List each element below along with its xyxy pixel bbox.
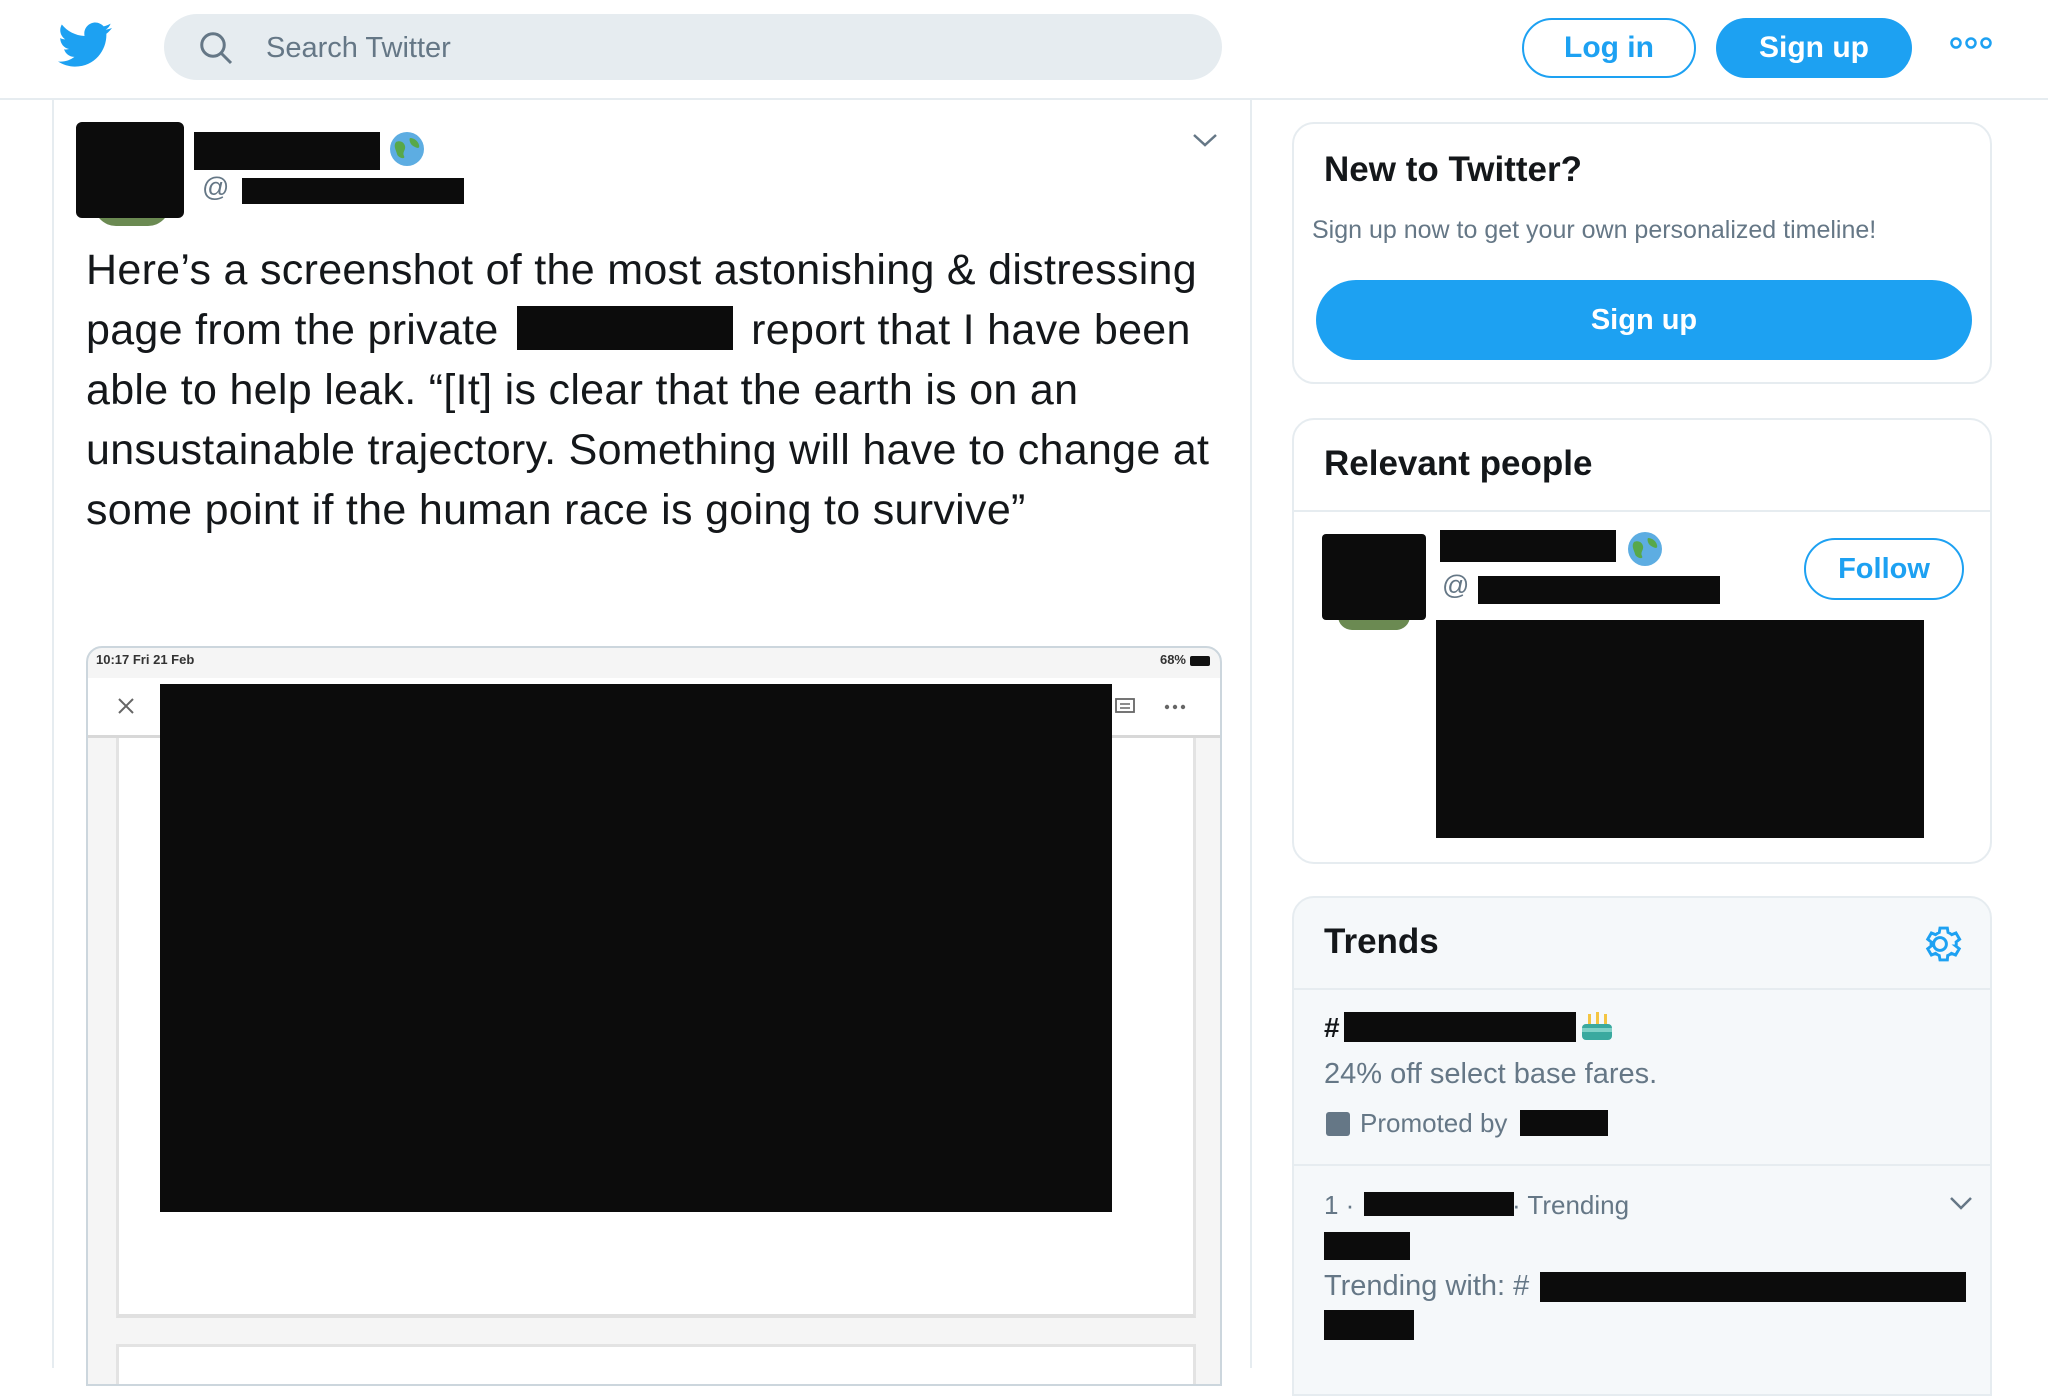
twitter-bird-icon[interactable] <box>58 22 112 68</box>
promoted-icon <box>1326 1112 1350 1136</box>
status-bar-battery: 68% <box>1159 652 1186 667</box>
close-icon <box>118 698 134 714</box>
person-bio-redacted <box>1436 620 1924 838</box>
login-button[interactable]: Log in <box>1522 18 1696 78</box>
author-name-redacted[interactable] <box>194 132 380 170</box>
trend-2-rank: 1 · <box>1324 1190 1355 1220</box>
divider <box>1294 988 1990 990</box>
person-handle-redacted <box>1478 576 1720 604</box>
tweet-text: Here’s a screenshot of the most astonish… <box>86 240 1236 540</box>
redacted-text <box>516 306 733 350</box>
top-navigation-bar: Search Twitter Log in Sign up <box>0 0 2048 100</box>
gear-icon[interactable] <box>1918 922 1962 966</box>
chevron-down-icon[interactable] <box>1190 130 1220 150</box>
new-to-twitter-card: New to Twitter? Sign up now to get your … <box>1292 122 1992 384</box>
sidebar-signup-button[interactable]: Sign up <box>1316 280 1972 360</box>
person-avatar[interactable] <box>1322 534 1426 620</box>
relevant-people-card: Relevant people @ Follow <box>1292 418 1992 864</box>
trend-2-related-redacted <box>1324 1310 1414 1340</box>
battery-icon <box>1190 656 1210 666</box>
birthday-cake-icon <box>1582 1012 1612 1040</box>
search-input[interactable]: Search Twitter <box>266 32 451 65</box>
promoter-name-redacted <box>1520 1110 1608 1136</box>
trend-2-related-redacted <box>1540 1272 1966 1302</box>
trend-1-hash[interactable]: # <box>1324 1012 1340 1044</box>
tweet-column: @ Here’s a screenshot of the most astoni… <box>52 100 1252 1386</box>
trend-1-description: 24% off select base fares. <box>1324 1058 1658 1090</box>
chevron-down-icon[interactable] <box>1948 1194 1974 1212</box>
comment-icon <box>1115 698 1135 713</box>
status-bar-time: 10:17 Fri 21 Feb <box>96 652 195 667</box>
trend-2-trending-with: Trending with: # <box>1324 1270 1530 1302</box>
trends-title: Trends <box>1324 922 1439 961</box>
redacted-document-content <box>160 684 1112 1212</box>
globe-emoji-icon <box>390 132 424 166</box>
more-options-icon[interactable] <box>1950 36 1992 50</box>
search-icon <box>200 32 233 65</box>
divider <box>1294 510 1990 512</box>
author-handle[interactable]: @ <box>202 172 229 203</box>
document-next-page <box>116 1344 1196 1384</box>
trend-1-name-redacted[interactable] <box>1344 1012 1576 1042</box>
search-bar[interactable]: Search Twitter <box>164 14 1222 80</box>
author-handle-redacted <box>242 178 464 204</box>
globe-emoji-icon <box>1628 532 1662 566</box>
ellipsis-icon <box>1164 704 1186 710</box>
trend-2-context: · Trending <box>1512 1190 1630 1220</box>
promoted-label: Promoted by <box>1360 1108 1508 1138</box>
author-avatar[interactable] <box>76 122 184 218</box>
person-handle[interactable]: @ <box>1442 570 1469 601</box>
person-name-redacted[interactable] <box>1440 530 1616 562</box>
new-to-twitter-subtitle: Sign up now to get your own personalized… <box>1312 216 1877 244</box>
signup-button[interactable]: Sign up <box>1716 18 1912 78</box>
tweet-media-image[interactable]: 10:17 Fri 21 Feb 68% 4 <box>86 646 1222 1386</box>
trend-2-location-redacted <box>1364 1192 1514 1216</box>
relevant-people-title: Relevant people <box>1324 444 1593 483</box>
divider <box>1294 1164 1990 1166</box>
trends-card: Trends # 24% off select base fares. Prom… <box>1292 896 1992 1396</box>
new-to-twitter-title: New to Twitter? <box>1324 150 1582 189</box>
follow-button[interactable]: Follow <box>1804 538 1964 600</box>
trend-2-name-redacted[interactable] <box>1324 1232 1410 1260</box>
